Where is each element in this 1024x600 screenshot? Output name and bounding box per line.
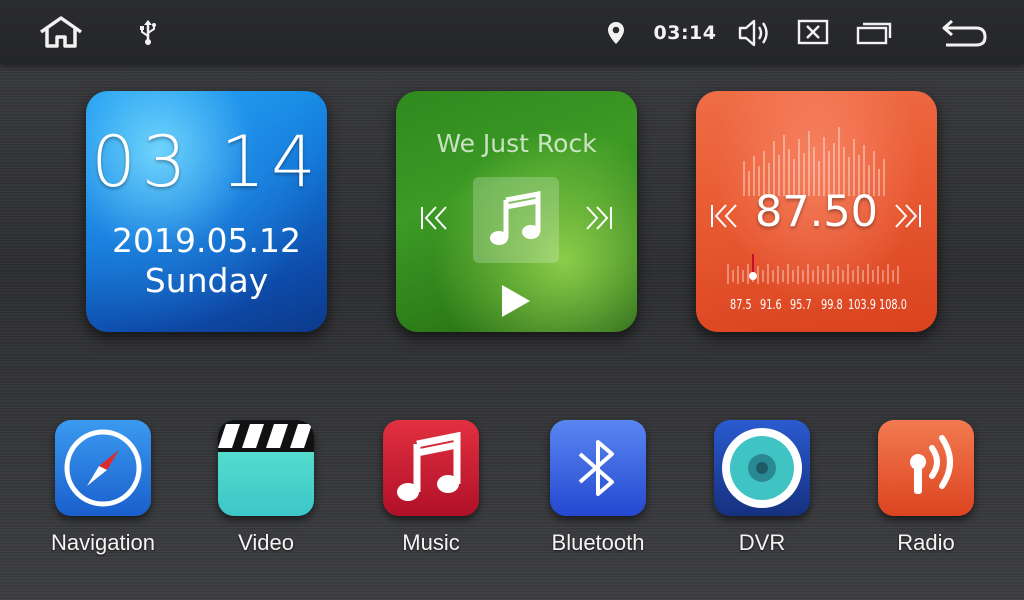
home-icon[interactable] (36, 14, 86, 50)
radio-widget[interactable]: 87.50 87.5 91.6 95.7 99.8 103.9 108.0 (696, 91, 937, 332)
clapperboard-icon[interactable] (218, 420, 314, 516)
app-radio[interactable]: Radio (866, 420, 986, 560)
music-widget[interactable]: We Just Rock (396, 91, 637, 332)
app-dvr[interactable]: DVR (702, 420, 822, 560)
play-icon[interactable] (496, 281, 536, 321)
music-note-icon[interactable] (383, 420, 479, 516)
next-icon[interactable] (581, 201, 615, 235)
seek-forward-icon[interactable] (890, 199, 924, 233)
app-label: Video (238, 530, 294, 555)
recent-apps-icon[interactable] (854, 17, 894, 47)
status-bar: 03:14 (0, 0, 1024, 64)
back-icon[interactable] (938, 16, 990, 50)
clock-time: 03 14 (91, 121, 322, 203)
clock-widget[interactable]: 03 14 2019.05.12 Sunday (86, 91, 327, 332)
location-pin-icon (604, 18, 628, 48)
clock-day: Sunday (144, 261, 269, 300)
scale-label: 99.8 (821, 298, 843, 313)
album-art (473, 177, 559, 263)
music-note-icon (490, 190, 541, 245)
app-label: Radio (897, 530, 955, 555)
status-time: 03:14 (653, 22, 717, 44)
volume-icon[interactable] (736, 16, 772, 50)
app-navigation[interactable]: Navigation (43, 420, 163, 560)
tuning-scale[interactable] (726, 254, 906, 290)
app-label: Music (402, 530, 460, 555)
app-bluetooth[interactable]: Bluetooth (538, 420, 658, 560)
scale-label: 91.6 (760, 298, 782, 313)
app-label: Navigation (51, 530, 155, 555)
spectrum-graphic (743, 127, 885, 196)
compass-icon[interactable] (55, 420, 151, 516)
close-box-icon[interactable] (796, 17, 830, 47)
song-title: We Just Rock (436, 129, 597, 158)
usb-icon (134, 18, 162, 48)
app-video[interactable]: Video (206, 420, 326, 560)
scale-label: 95.7 (790, 298, 812, 313)
bluetooth-icon[interactable] (550, 420, 646, 516)
previous-icon[interactable] (418, 201, 452, 235)
clock-date: 2019.05.12 (112, 221, 301, 260)
scale-label: 103.9 (848, 298, 876, 313)
radio-antenna-icon[interactable] (878, 420, 974, 516)
app-label: DVR (738, 530, 786, 555)
scale-label: 87.5 (730, 298, 752, 313)
app-music[interactable]: Music (371, 420, 491, 560)
scale-label: 108.0 (879, 298, 907, 313)
app-label: Bluetooth (551, 530, 645, 555)
camera-lens-icon[interactable] (714, 420, 810, 516)
